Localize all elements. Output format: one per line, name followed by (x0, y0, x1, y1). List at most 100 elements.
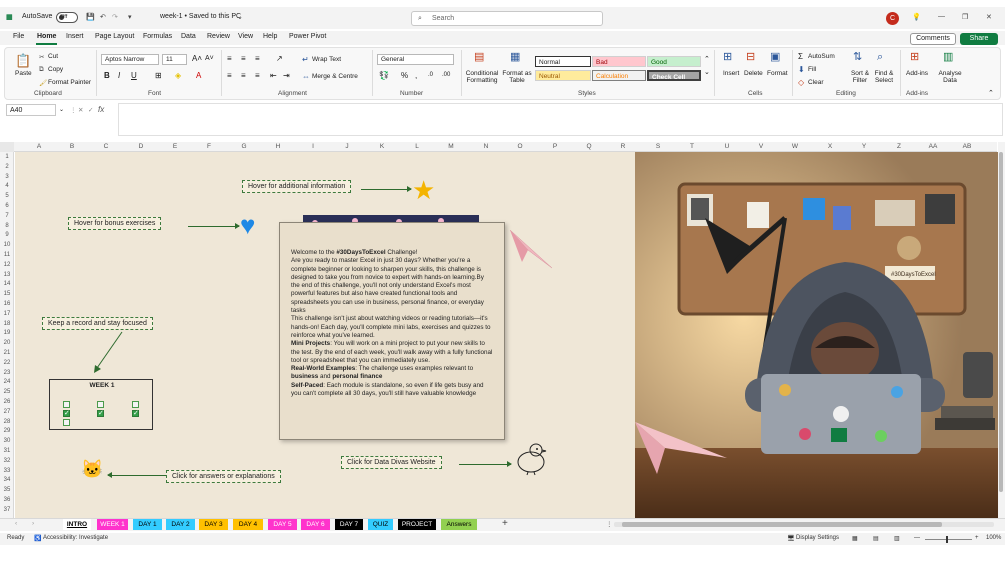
copy-button[interactable]: Copy (48, 66, 63, 73)
sheet-tab-week-1[interactable]: WEEK 1 (97, 519, 128, 530)
font-size-select[interactable]: 11 (162, 54, 187, 65)
column-header[interactable]: A (29, 143, 49, 150)
row-header[interactable]: 11 (0, 252, 14, 258)
sheet-tab-day-6[interactable]: DAY 6 (301, 519, 330, 530)
zoom-in-icon[interactable]: + (975, 535, 979, 541)
row-header[interactable]: 20 (0, 340, 14, 346)
wrap-text-button[interactable]: Wrap Text (312, 56, 341, 63)
format-cells-button[interactable]: Format (767, 70, 788, 77)
minimize-icon[interactable]: — (938, 13, 945, 20)
select-all-button[interactable] (0, 142, 14, 152)
row-header[interactable]: 7 (0, 213, 14, 219)
restore-icon[interactable]: ❐ (962, 13, 968, 21)
copy-icon[interactable]: ⧉ (39, 66, 44, 74)
clear-button[interactable]: Clear (808, 79, 824, 86)
scroll-thumb[interactable] (622, 522, 942, 527)
align-center-icon[interactable]: ≡ (241, 71, 246, 80)
column-header[interactable]: AB (957, 143, 977, 150)
accounting-icon[interactable]: 💱 (379, 71, 389, 80)
style-neutral[interactable]: Neutral (535, 70, 591, 81)
customize-toolbar-icon[interactable]: ▾ (128, 13, 132, 21)
format-painter-icon[interactable]: 🖌 (39, 79, 47, 87)
sheet-tab-answers[interactable]: Answers (441, 519, 477, 530)
add-ins-button[interactable]: Add-ins (906, 70, 928, 77)
insert-cells-button[interactable]: Insert (723, 70, 739, 77)
tab-data[interactable]: Data (181, 33, 196, 40)
column-header[interactable]: G (234, 143, 254, 150)
sheet-tab-day-2[interactable]: DAY 2 (166, 519, 195, 530)
column-header[interactable]: J (337, 143, 357, 150)
column-header[interactable]: N (476, 143, 496, 150)
column-header[interactable]: D (131, 143, 151, 150)
style-normal[interactable]: Normal (535, 56, 591, 67)
style-good[interactable]: Good (647, 56, 701, 67)
conditional-formatting-icon[interactable]: ▤ (474, 52, 484, 63)
row-header[interactable]: 33 (0, 468, 14, 474)
page-layout-view-icon[interactable]: ▤ (873, 535, 879, 542)
display-settings-button[interactable]: Display Settings (796, 535, 839, 541)
fill-button[interactable]: Fill (808, 66, 816, 73)
name-box[interactable]: A40 (6, 104, 56, 116)
insert-cells-icon[interactable]: ⊞ (723, 52, 732, 63)
row-header[interactable]: 26 (0, 399, 14, 405)
lightbulb-icon[interactable]: 💡 (912, 13, 921, 21)
row-header[interactable]: 27 (0, 409, 14, 415)
merge-icon[interactable]: ⇔ (302, 72, 310, 81)
row-header[interactable]: 37 (0, 507, 14, 513)
row-header[interactable]: 5 (0, 193, 14, 199)
name-box-dropdown-icon[interactable]: ⌄ (59, 106, 64, 113)
page-break-view-icon[interactable]: ▥ (894, 535, 900, 542)
row-header[interactable]: 8 (0, 223, 14, 229)
column-header[interactable]: O (510, 143, 530, 150)
cancel-icon[interactable]: ✕ (78, 106, 83, 114)
zoom-level[interactable]: 100% (986, 535, 1001, 541)
row-header[interactable]: 23 (0, 370, 14, 376)
save-icon[interactable]: 💾 (86, 13, 95, 21)
format-as-table-button[interactable]: Format as Table (502, 70, 532, 84)
tab-home[interactable]: Home (37, 33, 56, 40)
increase-decimal-icon[interactable]: .0 (428, 72, 433, 78)
column-header[interactable]: R (613, 143, 633, 150)
align-middle-icon[interactable]: ≡ (241, 54, 246, 63)
comma-icon[interactable]: , (415, 71, 417, 80)
tab-file[interactable]: File (13, 33, 24, 40)
format-as-table-icon[interactable]: ▦ (510, 52, 520, 63)
add-sheet-icon[interactable]: + (502, 518, 508, 529)
tab-insert[interactable]: Insert (66, 33, 84, 40)
column-header[interactable]: H (268, 143, 288, 150)
row-header[interactable]: 6 (0, 203, 14, 209)
row-header[interactable]: 10 (0, 242, 14, 248)
column-header[interactable]: P (545, 143, 565, 150)
cut-icon[interactable]: ✂ (39, 53, 44, 61)
autosum-icon[interactable]: Σ (798, 52, 803, 61)
column-header[interactable]: U (717, 143, 737, 150)
row-header[interactable]: 36 (0, 497, 14, 503)
number-format-select[interactable]: General (377, 54, 454, 65)
tab-help[interactable]: Help (263, 33, 277, 40)
enter-icon[interactable]: ✓ (88, 106, 93, 114)
column-header[interactable]: S (648, 143, 668, 150)
row-header[interactable]: 4 (0, 183, 14, 189)
conditional-formatting-button[interactable]: Conditional Formatting (465, 70, 499, 84)
row-header[interactable]: 17 (0, 311, 14, 317)
paste-button[interactable]: Paste (15, 70, 32, 77)
sheet-tab-day-1[interactable]: DAY 1 (133, 519, 162, 530)
hscroll-more-icon[interactable]: ⋮ (606, 520, 613, 528)
checkbox[interactable] (63, 419, 70, 426)
tab-power-pivot[interactable]: Power Pivot (289, 33, 326, 40)
column-header[interactable]: E (165, 143, 185, 150)
decrease-font-icon[interactable]: A˅ (205, 55, 214, 62)
column-header[interactable]: T (682, 143, 702, 150)
underline-icon[interactable]: U (131, 71, 137, 80)
row-header[interactable]: 34 (0, 477, 14, 483)
row-header[interactable]: 21 (0, 350, 14, 356)
tab-formulas[interactable]: Formulas (143, 33, 172, 40)
analyse-data-button[interactable]: Analyse Data (937, 70, 963, 84)
bold-icon[interactable]: B (104, 71, 110, 80)
star-icon[interactable]: ★ (412, 177, 435, 203)
sheet-tab-project[interactable]: PROJECT (398, 519, 436, 530)
fill-icon[interactable]: ⬇ (798, 65, 805, 74)
prev-sheet-icon[interactable]: ‹ (15, 520, 17, 527)
column-header[interactable]: K (372, 143, 392, 150)
zoom-slider-thumb[interactable] (946, 536, 948, 543)
